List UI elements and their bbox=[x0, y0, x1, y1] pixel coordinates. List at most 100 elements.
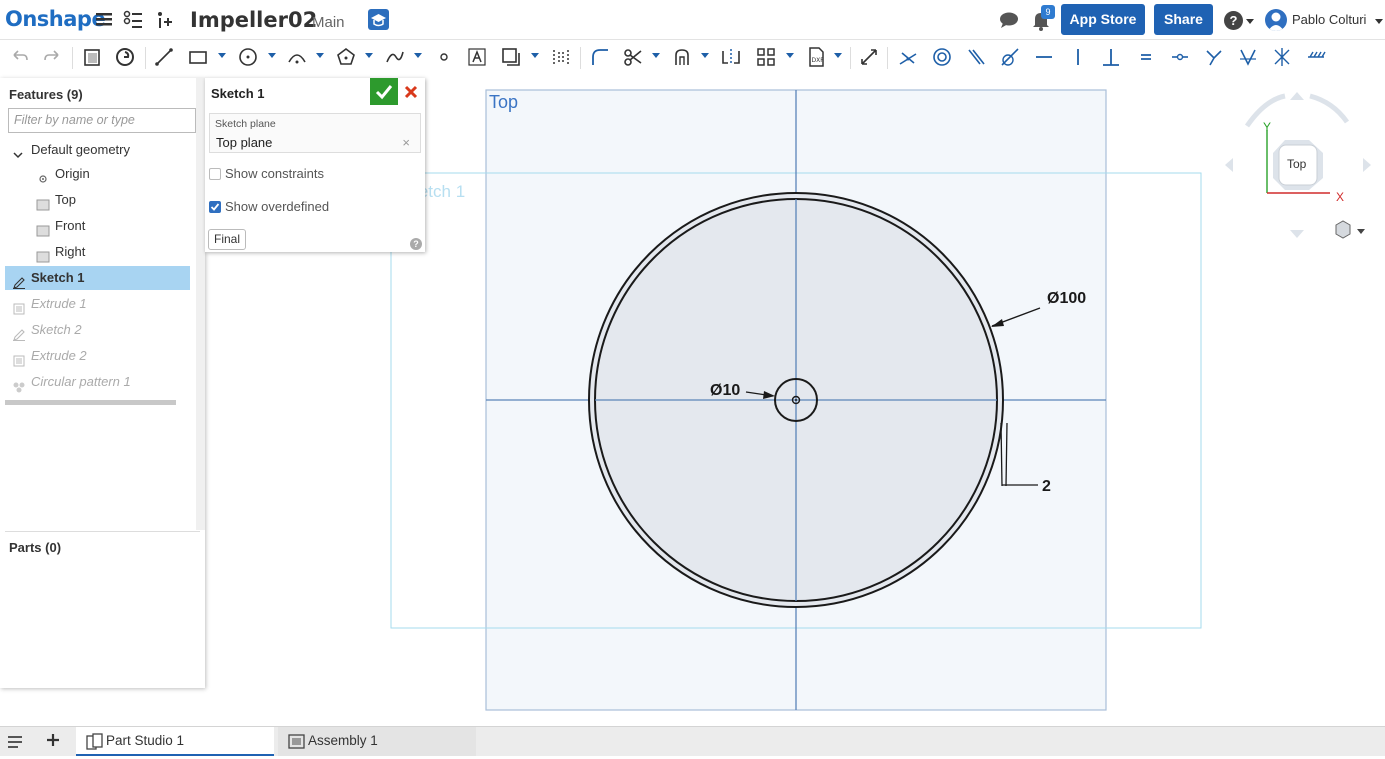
app-store-button[interactable]: App Store bbox=[1061, 4, 1145, 35]
horizontal-icon[interactable] bbox=[1032, 45, 1056, 69]
tree-item-origin[interactable]: Origin bbox=[36, 162, 186, 186]
tree-item-top[interactable]: Top bbox=[36, 188, 186, 212]
rotate-left-arrow-icon[interactable] bbox=[1225, 158, 1233, 172]
coincident-icon[interactable] bbox=[896, 45, 920, 69]
dialog-help-icon[interactable]: ? bbox=[410, 238, 422, 250]
rotate-right-arc-icon[interactable] bbox=[1309, 93, 1350, 124]
tree-item-extrude-2[interactable]: Extrude 2 bbox=[12, 344, 192, 368]
offset-tool-icon[interactable] bbox=[499, 45, 523, 69]
tab-assembly-1[interactable]: Assembly 1 bbox=[278, 727, 476, 756]
rotate-down-arrow-icon[interactable] bbox=[1290, 230, 1304, 238]
feature-filter-input[interactable]: Filter by name or type bbox=[8, 108, 196, 133]
sketch-tool-icon[interactable] bbox=[80, 45, 104, 69]
pattern-tool-icon[interactable] bbox=[754, 45, 778, 69]
tree-item-extrude-1[interactable]: Extrude 1 bbox=[12, 292, 192, 316]
final-button[interactable]: Final bbox=[208, 229, 246, 250]
arc-tool-icon[interactable] bbox=[285, 45, 309, 69]
midpoint-icon[interactable] bbox=[1168, 45, 1192, 69]
insert-icon[interactable] bbox=[155, 10, 175, 33]
feature-list-rollback-bar[interactable] bbox=[5, 400, 176, 405]
text-tool-icon[interactable] bbox=[465, 45, 489, 69]
show-constraints-checkbox[interactable] bbox=[209, 168, 221, 180]
menu-icon[interactable] bbox=[95, 10, 113, 31]
normal-icon[interactable] bbox=[1202, 45, 1226, 69]
spline-tool-icon[interactable] bbox=[383, 45, 407, 69]
point-tool-icon[interactable] bbox=[432, 45, 456, 69]
rotate-up-arrow-icon[interactable] bbox=[1290, 92, 1304, 100]
tangent-icon[interactable] bbox=[998, 45, 1022, 69]
dimension-offset[interactable]: 2 bbox=[1042, 478, 1051, 495]
share-button[interactable]: Share bbox=[1154, 4, 1213, 35]
view-options-caret[interactable] bbox=[1357, 229, 1365, 234]
dimension-tool-icon[interactable] bbox=[857, 45, 881, 69]
show-constraints-label[interactable]: Show constraints bbox=[225, 166, 324, 181]
help-dropdown-caret[interactable] bbox=[1246, 19, 1254, 24]
view-cube[interactable]: Top Y X bbox=[1225, 92, 1371, 239]
learning-center-icon[interactable] bbox=[368, 9, 389, 30]
document-title[interactable]: Impeller02 bbox=[190, 8, 317, 32]
feature-list-icon[interactable] bbox=[123, 10, 145, 33]
clear-plane-icon[interactable]: × bbox=[402, 135, 410, 150]
view-options-cube-icon[interactable] bbox=[1335, 220, 1351, 239]
sketch-toolbar: DXF bbox=[0, 40, 1385, 74]
circle-tool-icon[interactable] bbox=[236, 45, 260, 69]
tree-item-sketch-1[interactable]: Sketch 1 bbox=[5, 266, 190, 290]
add-tab-icon[interactable] bbox=[45, 732, 61, 751]
sketch-plane-field[interactable]: Sketch plane Top plane × bbox=[209, 113, 421, 153]
user-dropdown-caret[interactable] bbox=[1375, 19, 1383, 24]
user-name[interactable]: Pablo Colturi bbox=[1292, 12, 1366, 27]
use-edge-dropdown-caret[interactable] bbox=[701, 53, 709, 58]
polygon-dropdown-caret[interactable] bbox=[365, 53, 373, 58]
tab-manager-icon[interactable] bbox=[7, 733, 25, 752]
rectangle-tool-icon[interactable] bbox=[186, 45, 210, 69]
arc-dropdown-caret[interactable] bbox=[316, 53, 324, 58]
spline-dropdown-caret[interactable] bbox=[414, 53, 422, 58]
show-overdefined-checkbox[interactable] bbox=[209, 201, 221, 213]
tree-item-right[interactable]: Right bbox=[36, 240, 186, 264]
perpendicular-icon[interactable] bbox=[1099, 45, 1123, 69]
dimension-outer-diameter[interactable]: Ø100 bbox=[1047, 290, 1086, 307]
cancel-button[interactable] bbox=[400, 81, 422, 103]
show-overdefined-label[interactable]: Show overdefined bbox=[225, 199, 329, 214]
redo-icon[interactable] bbox=[40, 45, 64, 69]
equal-icon[interactable] bbox=[1134, 45, 1158, 69]
rotate-right-arrow-icon[interactable] bbox=[1363, 158, 1371, 172]
confirm-button[interactable] bbox=[370, 78, 398, 105]
rectangle-dropdown-caret[interactable] bbox=[218, 53, 226, 58]
help-button[interactable]: ? bbox=[1224, 11, 1243, 30]
construction-tool-icon[interactable] bbox=[549, 45, 573, 69]
dxf-import-icon[interactable]: DXF bbox=[804, 45, 828, 69]
comments-icon[interactable] bbox=[998, 11, 1020, 32]
tab-part-studio-1[interactable]: Part Studio 1 bbox=[76, 727, 274, 756]
onshape-logo[interactable]: Onshape bbox=[5, 7, 106, 31]
line-tool-icon[interactable] bbox=[152, 45, 176, 69]
pierce-icon[interactable] bbox=[1236, 45, 1260, 69]
offset-dropdown-caret[interactable] bbox=[531, 53, 539, 58]
mirror-tool-icon[interactable] bbox=[719, 45, 743, 69]
fix-icon[interactable] bbox=[1304, 45, 1328, 69]
tree-item-circular-pattern-1[interactable]: Circular pattern 1 bbox=[12, 370, 192, 394]
use-tool-icon[interactable] bbox=[113, 45, 137, 69]
tree-item-default-geometry[interactable]: Default geometry bbox=[12, 138, 192, 162]
fillet-tool-icon[interactable] bbox=[588, 45, 612, 69]
tree-item-front[interactable]: Front bbox=[36, 214, 186, 238]
trim-dropdown-caret[interactable] bbox=[652, 53, 660, 58]
pattern-dropdown-caret[interactable] bbox=[786, 53, 794, 58]
concentric-icon[interactable] bbox=[930, 45, 954, 69]
chevron-down-icon[interactable] bbox=[12, 145, 26, 158]
branch-label[interactable]: Main bbox=[312, 14, 345, 31]
feature-list-scrollbar[interactable] bbox=[196, 78, 205, 530]
tree-item-sketch-2[interactable]: Sketch 2 bbox=[12, 318, 192, 342]
vertical-icon[interactable] bbox=[1066, 45, 1090, 69]
symmetric-icon[interactable] bbox=[1270, 45, 1294, 69]
avatar[interactable] bbox=[1265, 9, 1287, 31]
panel-divider[interactable] bbox=[5, 531, 200, 532]
polygon-tool-icon[interactable] bbox=[334, 45, 358, 69]
undo-icon[interactable] bbox=[8, 45, 32, 69]
dimension-hole-diameter[interactable]: Ø10 bbox=[710, 382, 740, 399]
use-edge-tool-icon[interactable] bbox=[670, 45, 694, 69]
circle-dropdown-caret[interactable] bbox=[268, 53, 276, 58]
parallel-icon[interactable] bbox=[964, 45, 988, 69]
dxf-dropdown-caret[interactable] bbox=[834, 53, 842, 58]
trim-tool-icon[interactable] bbox=[621, 45, 645, 69]
